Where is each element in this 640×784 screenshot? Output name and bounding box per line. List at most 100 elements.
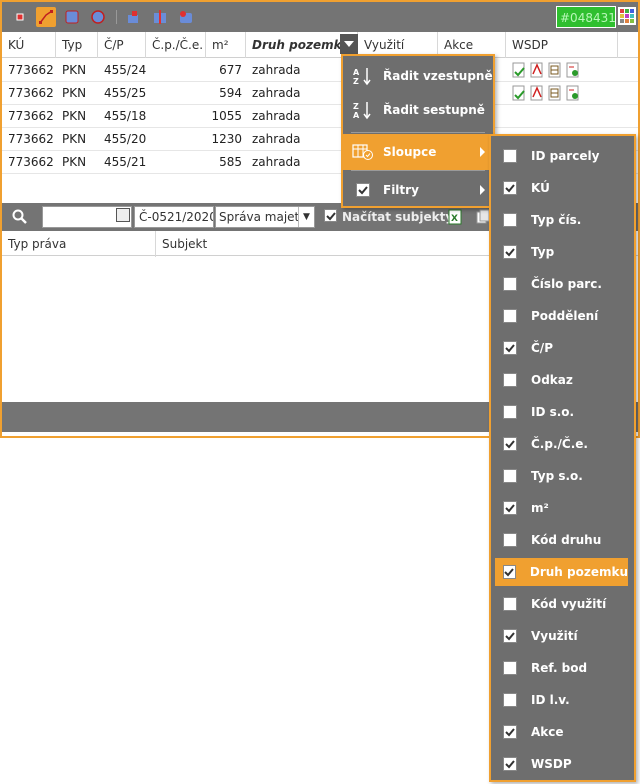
column-option-checkbox[interactable] xyxy=(503,565,516,579)
circle-tool-icon[interactable] xyxy=(88,7,108,27)
column-option[interactable]: Kód využití xyxy=(495,590,628,618)
column-option-checkbox[interactable] xyxy=(503,149,517,163)
search-icon[interactable] xyxy=(12,209,28,228)
line-tool-icon[interactable] xyxy=(36,7,56,27)
polygon-tool-icon[interactable] xyxy=(62,7,82,27)
check-icon xyxy=(505,248,515,257)
column-option[interactable]: Číslo parc. xyxy=(495,270,628,298)
column-header-wsdp[interactable]: WSDP xyxy=(506,32,618,58)
cell-typ: PKN xyxy=(62,132,87,146)
chevron-down-icon[interactable]: ▼ xyxy=(298,207,314,227)
column-option-checkbox[interactable] xyxy=(503,597,517,611)
column-option[interactable]: Typ s.o. xyxy=(495,462,628,490)
column-option-checkbox[interactable] xyxy=(503,213,517,227)
column-option-checkbox[interactable] xyxy=(503,469,517,483)
column-option[interactable]: Č.p./Č.e. xyxy=(495,430,628,458)
column-option[interactable]: Poddělení xyxy=(495,302,628,330)
cut-tool-icon[interactable] xyxy=(124,7,144,27)
menu-item-filters[interactable]: Filtry xyxy=(343,172,493,208)
column-option[interactable]: Typ xyxy=(495,238,628,266)
pdf-icon[interactable] xyxy=(530,62,544,78)
column-option-checkbox[interactable] xyxy=(503,629,517,643)
administration-select[interactable]: Správa majetk ▼ xyxy=(215,206,315,228)
column-option-checkbox[interactable] xyxy=(503,277,517,291)
check-icon xyxy=(505,632,515,641)
column-header-cp[interactable]: Č/P xyxy=(98,32,146,58)
cell-typ: PKN xyxy=(62,155,87,169)
color-picker-icon[interactable] xyxy=(618,7,636,25)
column-option[interactable]: ID l.v. xyxy=(495,686,628,714)
column-option[interactable]: Ref. bod xyxy=(495,654,628,682)
copy-icon[interactable] xyxy=(476,209,490,228)
column-option[interactable]: Č/P xyxy=(495,334,628,362)
cell-ku: 773662 xyxy=(8,86,54,100)
column-option-checkbox[interactable] xyxy=(503,661,517,675)
merge-tool-icon[interactable] xyxy=(176,7,196,27)
load-subjects-checkbox[interactable] xyxy=(324,209,337,222)
column-option[interactable]: Odkaz xyxy=(495,366,628,394)
column-option-checkbox[interactable] xyxy=(503,693,517,707)
column-option-checkbox[interactable] xyxy=(503,405,517,419)
column-option[interactable]: ID parcely xyxy=(495,142,628,170)
column-option[interactable]: KÚ xyxy=(495,174,628,202)
column-option-checkbox[interactable] xyxy=(503,181,517,195)
column-header-subjekt[interactable]: Subjekt xyxy=(156,231,490,257)
cell-typ: PKN xyxy=(62,109,87,123)
column-option-label: WSDP xyxy=(531,757,572,771)
column-option[interactable]: Kód druhu xyxy=(495,526,628,554)
table-row[interactable]: 773662 PKN 455/24 677 zahrada xyxy=(2,59,638,82)
column-option[interactable]: Druh pozemku xyxy=(495,558,628,586)
column-option-checkbox[interactable] xyxy=(503,341,517,355)
columns-submenu: ID parcely KÚ Typ čís. Typ Číslo parc. Podděl… xyxy=(489,134,636,782)
column-option[interactable]: Využití xyxy=(495,622,628,650)
column-option-checkbox[interactable] xyxy=(503,501,517,515)
column-option-checkbox[interactable] xyxy=(503,309,517,323)
cell-typ: PKN xyxy=(62,63,87,77)
parcel-grid-header: KÚ Typ Č/P Č.p./Č.e. m² Druh pozemku Vyu… xyxy=(2,32,638,58)
calendar-icon[interactable] xyxy=(116,208,130,222)
column-option-label: Akce xyxy=(531,725,564,739)
column-option[interactable]: m² xyxy=(495,494,628,522)
svg-text:A: A xyxy=(353,111,360,120)
document-check-icon[interactable] xyxy=(512,85,526,101)
column-menu-button[interactable] xyxy=(340,34,358,54)
document-check-icon[interactable] xyxy=(512,62,526,78)
column-option-checkbox[interactable] xyxy=(503,245,517,259)
column-option[interactable]: ID s.o. xyxy=(495,398,628,426)
column-option-checkbox[interactable] xyxy=(503,757,517,771)
column-header-typ[interactable]: Typ xyxy=(56,32,98,58)
pdf-icon[interactable] xyxy=(530,85,544,101)
column-option-label: ID parcely xyxy=(531,149,600,163)
column-option[interactable]: Typ čís. xyxy=(495,206,628,234)
column-option-checkbox[interactable] xyxy=(503,725,517,739)
table-row[interactable]: 773662 PKN 455/18 1055 zahrada xyxy=(2,105,638,128)
column-option-checkbox[interactable] xyxy=(503,373,517,387)
check-icon xyxy=(505,184,515,193)
plan-number-field[interactable]: Č-0521/2020 xyxy=(134,206,214,228)
column-header-m2[interactable]: m² xyxy=(206,32,246,58)
column-option-label: Ref. bod xyxy=(531,661,588,675)
excel-export-icon[interactable]: X xyxy=(448,209,462,228)
spreadsheet-icon[interactable] xyxy=(548,62,562,78)
toolbar-divider xyxy=(116,10,117,24)
document-image-icon[interactable] xyxy=(566,85,580,101)
column-option[interactable]: Akce xyxy=(495,718,628,746)
table-row[interactable]: 773662 PKN 455/25 594 zahrada xyxy=(2,82,638,105)
point-tool-icon[interactable] xyxy=(10,7,30,27)
column-header-ku[interactable]: KÚ xyxy=(2,32,56,58)
spreadsheet-icon[interactable] xyxy=(548,85,562,101)
cell-cp: 455/18 xyxy=(104,109,147,123)
check-icon xyxy=(505,504,515,513)
column-header-cpce[interactable]: Č.p./Č.e. xyxy=(146,32,206,58)
document-image-icon[interactable] xyxy=(566,62,580,78)
menu-item-sort-desc[interactable]: ZA Řadit sestupně xyxy=(343,92,493,128)
menu-item-columns[interactable]: Sloupce xyxy=(343,134,493,170)
column-option-checkbox[interactable] xyxy=(503,437,517,451)
color-value-field[interactable]: #048431 xyxy=(556,6,616,28)
column-header-typ-prava[interactable]: Typ práva xyxy=(2,231,156,257)
column-option-checkbox[interactable] xyxy=(503,533,517,547)
menu-item-sort-asc[interactable]: AZ Řadit vzestupně xyxy=(343,58,493,94)
filters-checkbox[interactable] xyxy=(356,183,370,197)
split-tool-icon[interactable] xyxy=(150,7,170,27)
column-option[interactable]: WSDP xyxy=(495,750,628,778)
